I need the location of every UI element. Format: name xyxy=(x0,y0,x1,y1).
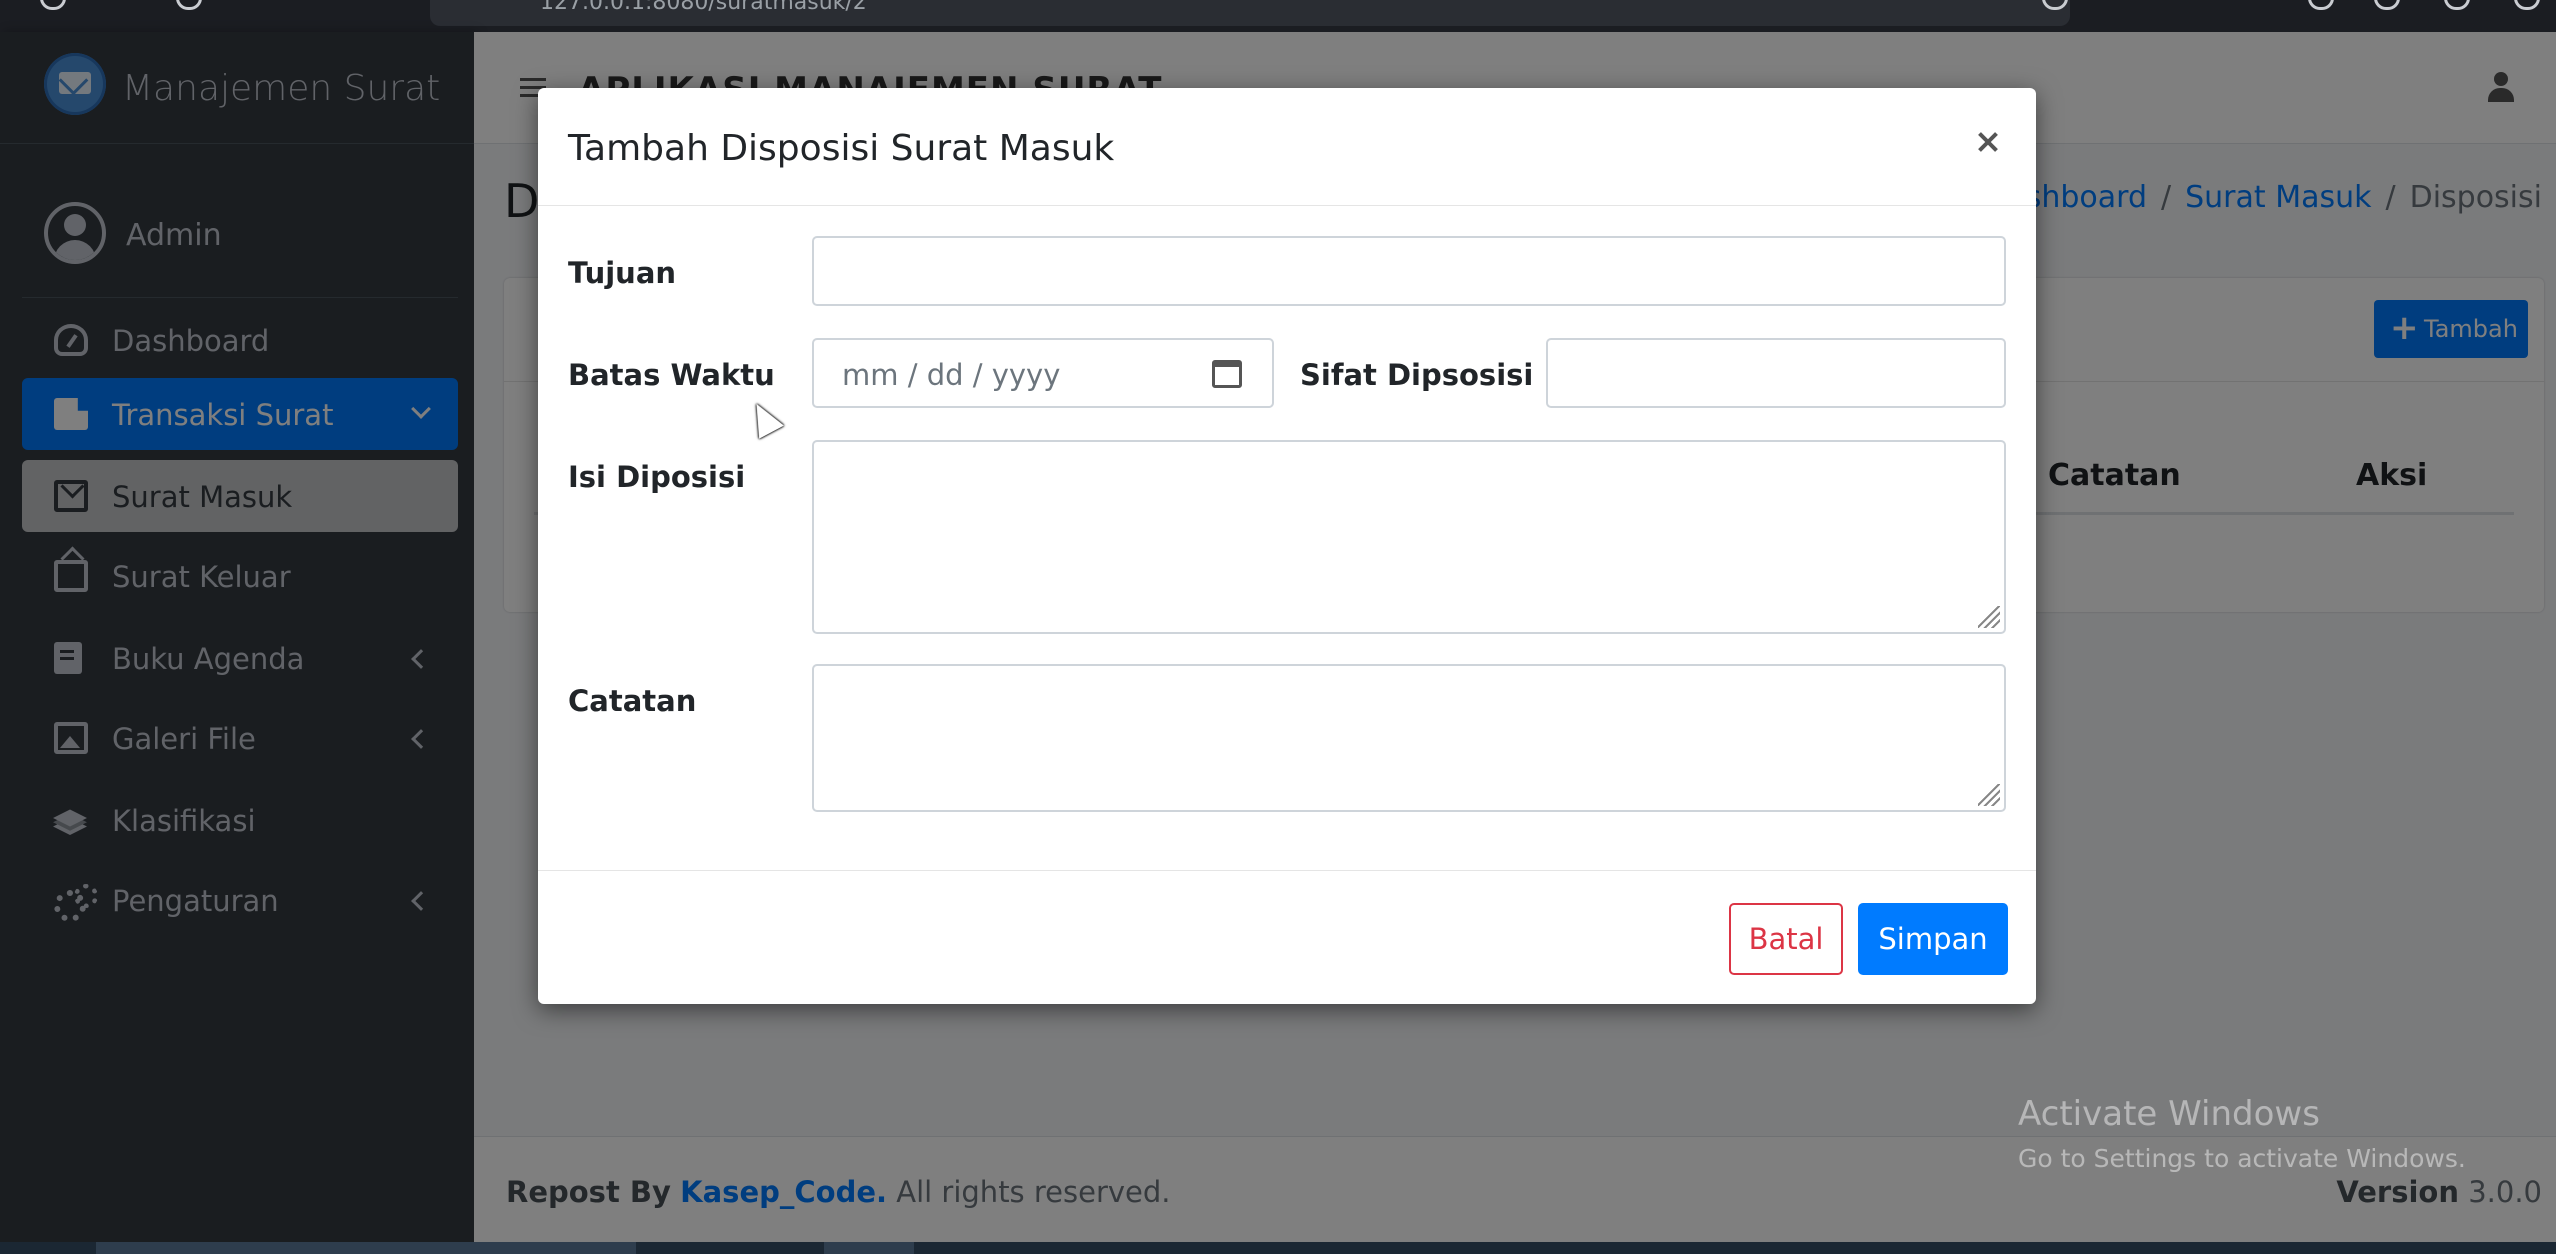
resize-grip-icon[interactable] xyxy=(1978,784,2000,806)
modal-footer: Batal Simpan xyxy=(538,870,2036,1004)
address-bar[interactable]: 127.0.0.1:8080/suratmasuk/2 xyxy=(430,0,2070,26)
isi-disposisi-textarea[interactable] xyxy=(812,440,2006,634)
modal-title: Tambah Disposisi Surat Masuk xyxy=(568,128,1115,169)
resize-grip-icon[interactable] xyxy=(1978,606,2000,628)
windows-activation-watermark: Activate Windows Go to Settings to activ… xyxy=(2018,1094,2466,1173)
taskbar-app[interactable] xyxy=(96,1242,636,1254)
save-button[interactable]: Simpan xyxy=(1858,903,2008,975)
watermark-subtitle: Go to Settings to activate Windows. xyxy=(2018,1144,2466,1173)
batas-waktu-label: Batas Waktu xyxy=(568,358,775,392)
browser-toolbar: 127.0.0.1:8080/suratmasuk/2 xyxy=(0,0,2556,32)
taskbar-app[interactable] xyxy=(824,1242,914,1254)
cancel-button[interactable]: Batal xyxy=(1729,903,1843,975)
sifat-disposisi-input[interactable] xyxy=(1546,338,2006,408)
menu-icon[interactable] xyxy=(2514,0,2540,10)
sifat-disposisi-label: Sifat Dipsosisi xyxy=(1300,358,1534,392)
reload-icon[interactable] xyxy=(176,0,202,10)
batas-waktu-date-input[interactable]: mm / dd / yyyy xyxy=(812,338,1274,408)
calendar-icon[interactable] xyxy=(1212,360,1242,388)
history-icon[interactable] xyxy=(2308,0,2334,10)
catatan-textarea[interactable] xyxy=(812,664,2006,812)
tujuan-label: Tujuan xyxy=(568,256,677,290)
tujuan-input[interactable] xyxy=(812,236,2006,306)
back-icon[interactable] xyxy=(40,0,66,10)
add-disposition-modal: Tambah Disposisi Surat Masuk Tujuan Bata… xyxy=(538,88,2036,1004)
account-icon[interactable] xyxy=(2374,0,2400,10)
watermark-title: Activate Windows xyxy=(2018,1094,2320,1134)
extensions-icon[interactable] xyxy=(2444,0,2470,10)
taskbar xyxy=(0,1242,2556,1254)
catatan-label: Catatan xyxy=(568,684,697,718)
date-placeholder: mm / dd / yyyy xyxy=(842,358,1061,392)
isi-disposisi-label: Isi Diposisi xyxy=(568,460,746,494)
close-icon[interactable] xyxy=(1970,124,2006,160)
modal-header: Tambah Disposisi Surat Masuk xyxy=(538,88,2036,206)
